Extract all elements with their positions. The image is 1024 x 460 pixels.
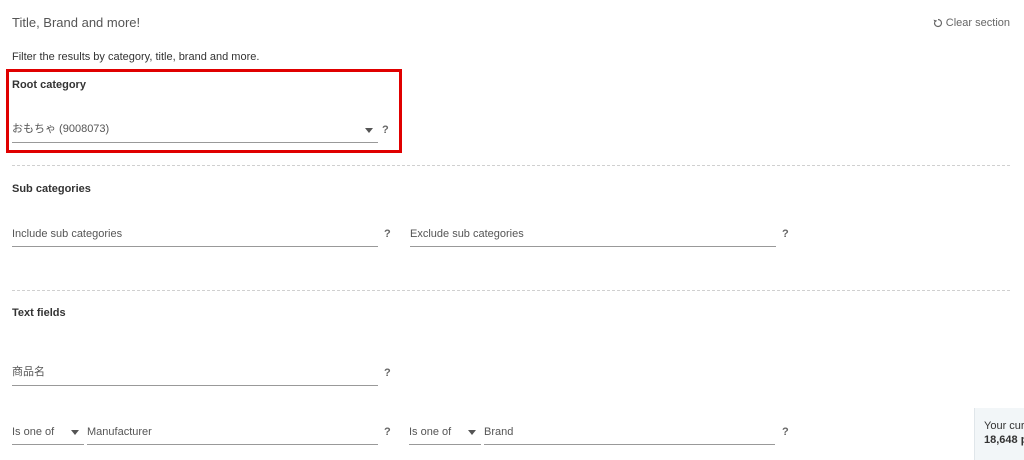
chevron-down-icon <box>365 128 373 133</box>
brand-operator-select[interactable]: Is one of <box>409 418 481 445</box>
manufacturer-input[interactable]: Manufacturer <box>87 418 378 445</box>
sub-categories-label: Sub categories <box>12 183 91 195</box>
include-sub-categories-placeholder: Include sub categories <box>12 228 123 240</box>
clear-section-label: Clear section <box>945 17 1010 29</box>
section-description: Filter the results by category, title, b… <box>12 51 260 63</box>
chevron-down-icon <box>468 430 476 435</box>
title-input[interactable]: 商品名 <box>12 359 378 386</box>
root-category-select[interactable]: おもちゃ (9008073) <box>12 118 378 143</box>
clear-section-button[interactable]: Clear section <box>933 17 1010 29</box>
exclude-sub-categories-placeholder: Exclude sub categories <box>410 228 524 240</box>
reset-icon <box>933 18 943 28</box>
divider <box>12 165 1010 166</box>
exclude-sub-categories-help-icon[interactable]: ? <box>782 228 789 240</box>
results-summary-text: Your cur <box>984 420 1024 432</box>
root-category-value: おもちゃ (9008073) <box>12 123 110 135</box>
results-summary-panel: Your cur 18,648 p <box>974 408 1024 460</box>
results-count: 18,648 p <box>984 434 1024 446</box>
brand-placeholder: Brand <box>484 426 514 438</box>
manufacturer-placeholder: Manufacturer <box>87 426 152 438</box>
exclude-sub-categories-input[interactable]: Exclude sub categories <box>410 220 776 247</box>
manufacturer-operator-value: Is one of <box>12 426 55 438</box>
manufacturer-help-icon[interactable]: ? <box>384 426 391 438</box>
root-category-help-icon[interactable]: ? <box>382 124 389 136</box>
brand-help-icon[interactable]: ? <box>782 426 789 438</box>
text-fields-label: Text fields <box>12 307 66 319</box>
root-category-label: Root category <box>12 79 86 91</box>
brand-input[interactable]: Brand <box>484 418 775 445</box>
brand-operator-value: Is one of <box>409 426 452 438</box>
chevron-down-icon <box>71 430 79 435</box>
manufacturer-operator-select[interactable]: Is one of <box>12 418 84 445</box>
include-sub-categories-help-icon[interactable]: ? <box>384 228 391 240</box>
section-title: Title, Brand and more! <box>12 15 141 30</box>
divider <box>12 290 1010 291</box>
title-placeholder: 商品名 <box>12 366 45 378</box>
title-help-icon[interactable]: ? <box>384 367 391 379</box>
include-sub-categories-input[interactable]: Include sub categories <box>12 220 378 247</box>
